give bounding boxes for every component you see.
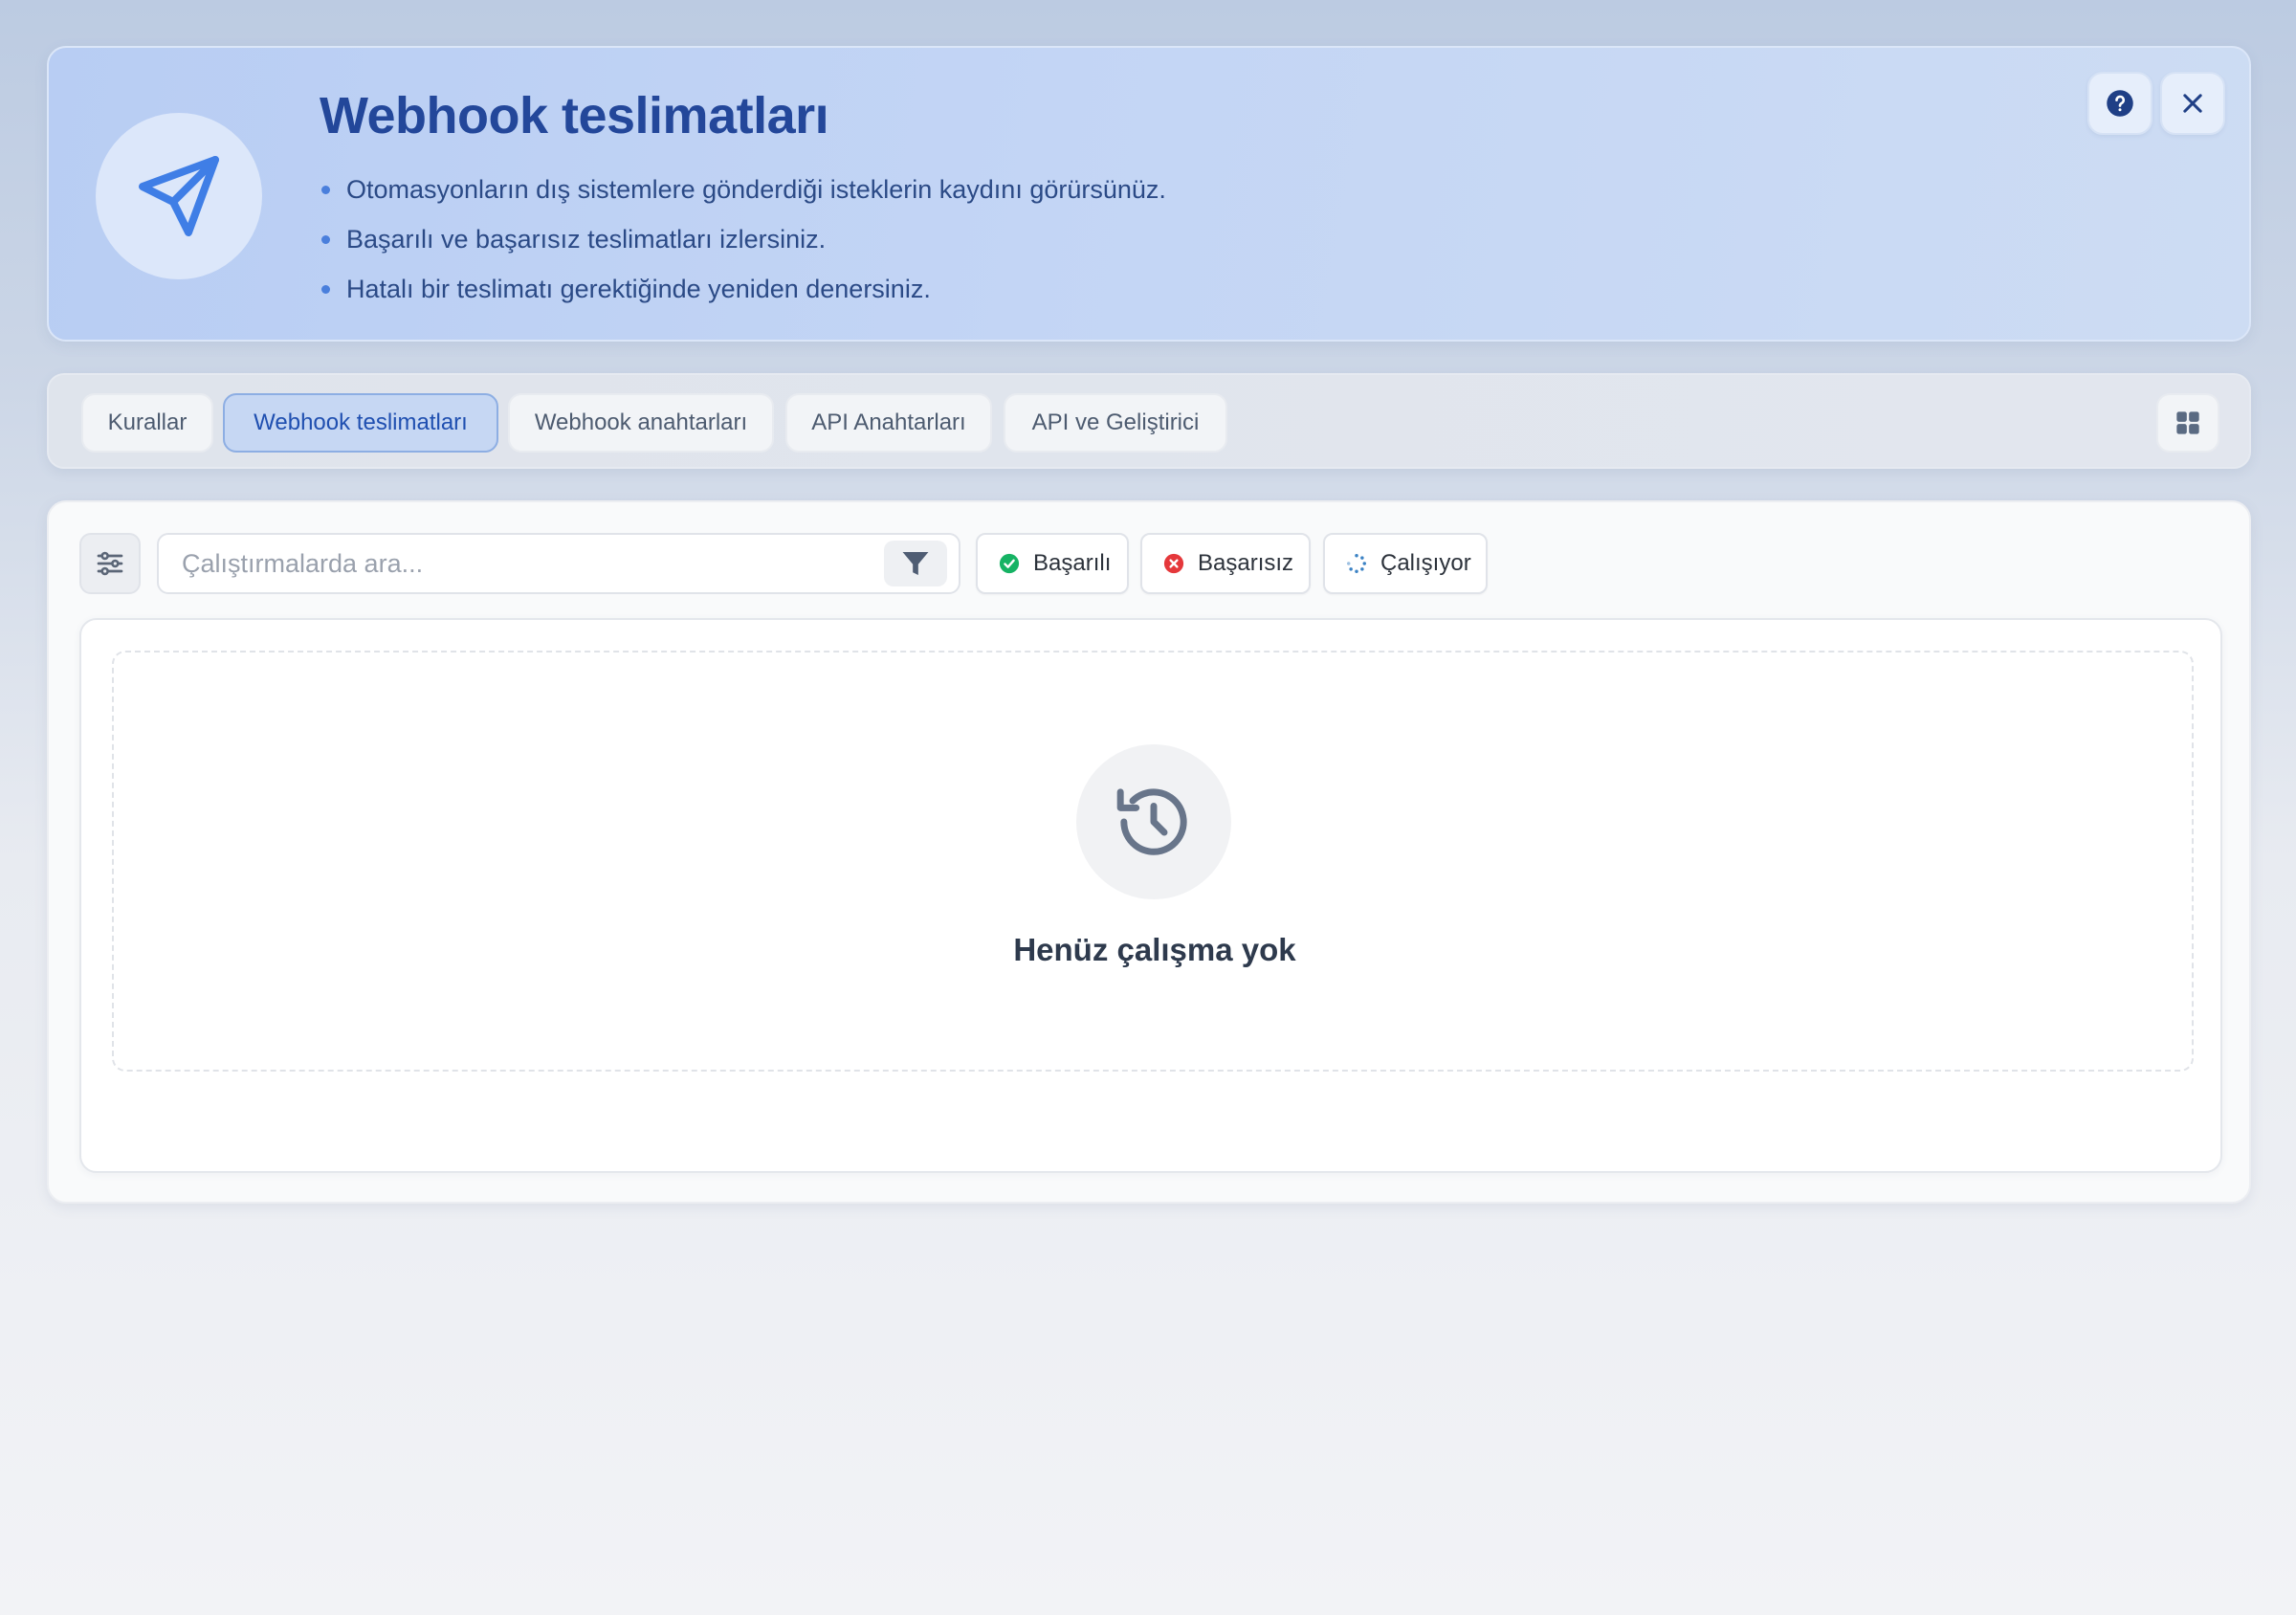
status-filter-success[interactable]: Başarılı — [976, 533, 1129, 594]
history-icon — [1116, 788, 1187, 855]
tabs-bar: Kurallar Webhook teslimatları Webhook an… — [47, 373, 2251, 469]
tab-webhook-keys[interactable]: Webhook anahtarları — [508, 393, 774, 453]
runs-list-card: Henüz çalışma yok — [79, 618, 2222, 1173]
empty-state-icon-circle — [1076, 744, 1231, 899]
empty-state: Henüz çalışma yok — [112, 651, 2194, 1072]
close-icon — [2183, 94, 2202, 113]
send-paper-plane-icon — [139, 156, 219, 236]
header-bullet: Başarılı ve başarısız teslimatları izler… — [320, 214, 1166, 264]
spinner-icon — [1346, 553, 1367, 574]
sliders-icon — [97, 551, 123, 576]
page-header-banner: Webhook teslimatları Otomasyonların dış … — [47, 46, 2251, 342]
grid-icon — [2176, 411, 2199, 434]
filter-button[interactable] — [884, 541, 947, 586]
header-emblem — [96, 113, 262, 279]
status-filter-running[interactable]: Çalışıyor — [1323, 533, 1488, 594]
status-filter-label: Çalışıyor — [1380, 550, 1471, 576]
header-bullet: Hatalı bir teslimatı gerektiğinde yenide… — [320, 264, 1166, 314]
status-filter-label: Başarılı — [1033, 550, 1112, 576]
webhook-deliveries-panel: Başarılı Başarısız Çalışıyor — [47, 500, 2251, 1204]
filter-icon — [902, 551, 929, 576]
header-bullet: Otomasyonların dış sistemlere gönderdiği… — [320, 165, 1166, 214]
tab-webhook-deliveries[interactable]: Webhook teslimatları — [223, 393, 498, 453]
column-settings-button[interactable] — [79, 533, 141, 594]
empty-state-message: Henüz çalışma yok — [1013, 932, 1296, 967]
search-box — [157, 533, 960, 594]
tab-api-developer[interactable]: API ve Geliştirici — [1004, 393, 1227, 453]
tab-rules[interactable]: Kurallar — [81, 393, 213, 453]
page-title: Webhook teslimatları — [320, 87, 829, 144]
x-circle-icon — [1163, 553, 1184, 574]
help-button[interactable] — [2087, 72, 2152, 135]
grid-view-button[interactable] — [2156, 393, 2219, 453]
status-filter-failed[interactable]: Başarısız — [1140, 533, 1311, 594]
header-description-list: Otomasyonların dış sistemlere gönderdiği… — [320, 165, 1166, 314]
close-button[interactable] — [2160, 72, 2225, 135]
search-input[interactable] — [182, 535, 871, 592]
check-circle-icon — [999, 553, 1020, 574]
tab-api-keys[interactable]: API Anahtarları — [785, 393, 992, 453]
status-filter-label: Başarısız — [1198, 550, 1294, 576]
help-circle-icon — [2107, 90, 2133, 117]
